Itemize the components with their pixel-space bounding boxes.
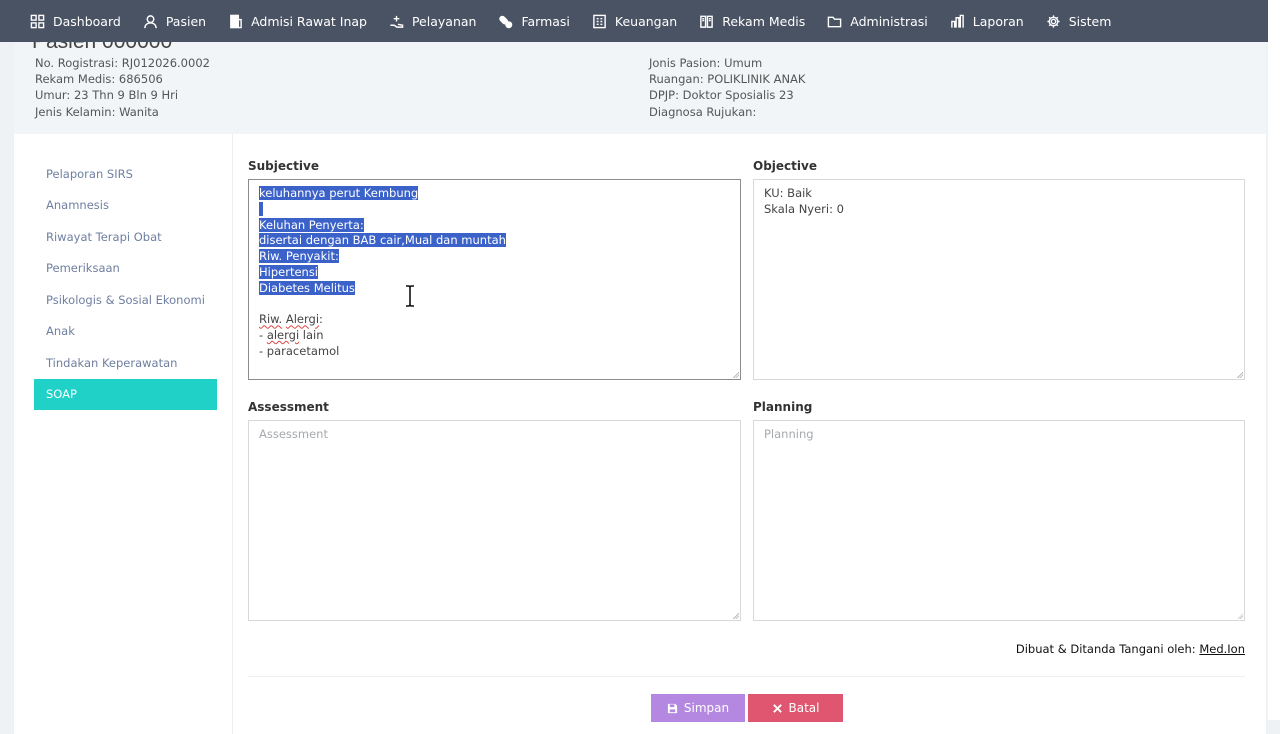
- nav-label: Administrasi: [850, 13, 928, 29]
- subjective-line: keluhannya perut Kembung: [259, 186, 419, 200]
- patient-room: Ruangan: POLIKLINIK ANAK: [649, 72, 806, 87]
- nav-sistem[interactable]: Sistem: [1046, 13, 1112, 29]
- nav-keuangan[interactable]: Keuangan: [592, 14, 677, 29]
- nav-laporan[interactable]: Laporan: [950, 14, 1024, 29]
- sidebar: Pelaporan SIRS Anamnesis Riwayat Terapi …: [14, 134, 233, 734]
- nav-label: Pelayanan: [411, 13, 477, 29]
- assessment-placeholder: Assessment: [259, 427, 328, 441]
- folder-icon: [827, 16, 842, 27]
- nav-label: Dashboard: [53, 13, 121, 29]
- main-card: Pelaporan SIRS Anamnesis Riwayat Terapi …: [14, 134, 1266, 734]
- subjective-line: Riw. Alergi:: [259, 312, 323, 327]
- user-icon: [144, 14, 157, 28]
- subjective-textarea[interactable]: keluhannya perut Kembung Keluhan Penyert…: [248, 179, 741, 380]
- nav-label: Sistem: [1068, 13, 1112, 29]
- resize-handle[interactable]: [733, 372, 739, 378]
- close-icon: [772, 703, 782, 713]
- subjective-line: Riw. Penyakit:: [259, 249, 339, 264]
- nav-administrasi[interactable]: Administrasi: [827, 14, 928, 29]
- subjective-line: [259, 201, 730, 218]
- bar-chart-icon: [950, 14, 964, 28]
- subjective-line: - paracetamol: [259, 343, 340, 358]
- calculator-icon: [593, 14, 606, 28]
- subjective-line: - alergi lain: [259, 328, 324, 343]
- book-icon: [700, 15, 714, 28]
- patient-age: Umur: 23 Thn 9 Bln 9 Hri: [35, 88, 179, 103]
- nav-label: Keuangan: [614, 13, 678, 29]
- gear-icon: [1047, 14, 1060, 28]
- patient-dpjp: DPJP: Doktor Sposialis 23: [649, 88, 794, 103]
- sidebar-item-soap[interactable]: SOAP: [34, 379, 217, 410]
- nav-label: Farmasi: [521, 13, 570, 29]
- floppy-disk-icon: [667, 703, 677, 713]
- planning-textarea[interactable]: Planning: [753, 420, 1245, 621]
- subjective-line: [259, 297, 730, 313]
- nav-pasien[interactable]: Pasien: [143, 14, 206, 29]
- cancel-button[interactable]: Batal: [748, 694, 843, 722]
- nav-farmasi[interactable]: Farmasi: [498, 13, 570, 29]
- sidebar-item-tindakan-keperawatan[interactable]: Tindakan Keperawatan: [34, 348, 217, 379]
- page-scrollbar[interactable]: [1268, 0, 1280, 720]
- divider: [248, 676, 1245, 677]
- top-nav: Dashboard Pasien Admisi Rawat Inap Pelay…: [0, 0, 1280, 42]
- assessment-textarea[interactable]: Assessment: [248, 420, 741, 621]
- patient-info-right: Jonis Pasion: Umum Ruangan: POLIKLINIK A…: [649, 55, 805, 120]
- resize-handle[interactable]: [733, 613, 739, 619]
- subjective-label: Subjective: [248, 159, 319, 173]
- sidebar-item-anamnesis[interactable]: Anamnesis: [34, 190, 217, 221]
- sidebar-item-pelaporan-sirs[interactable]: Pelaporan SIRS: [34, 159, 217, 190]
- save-button[interactable]: Simpan: [651, 694, 745, 722]
- patient-type: Jonis Pasion: Umum: [649, 56, 763, 70]
- subjective-line: Diabetes Melitus: [259, 280, 355, 295]
- nav-label: Pasien: [165, 13, 207, 29]
- nav-label: Rekam Medis: [722, 13, 806, 29]
- planning-label: Planning: [753, 400, 813, 414]
- referral-diagnosis: Diagnosa Rujukan:: [649, 104, 757, 119]
- grid-icon: [30, 14, 45, 28]
- patient-info-left: No. Rogistrasi: RJ012026.0002 Rekam Medi…: [35, 55, 210, 120]
- nav-admisi-rawat-inap[interactable]: Admisi Rawat Inap: [228, 14, 367, 29]
- sidebar-item-anak[interactable]: Anak: [34, 316, 217, 347]
- medical-record-number: Rekam Medis: 686506: [35, 72, 163, 87]
- planning-placeholder: Planning: [764, 427, 814, 441]
- nav-pelayanan[interactable]: Pelayanan: [389, 14, 476, 29]
- objective-line: KU: Baik: [764, 186, 812, 200]
- signature-prefix: Dibuat & Ditanda Tangani oleh:: [1015, 642, 1196, 656]
- nav-dashboard[interactable]: Dashboard: [30, 14, 121, 29]
- subjective-line: Hipertensi: [259, 264, 319, 279]
- resize-handle[interactable]: [1237, 613, 1243, 619]
- signature-line: Dibuat & Ditanda Tangani oleh: Med.Ion: [1016, 642, 1245, 656]
- resize-handle[interactable]: [1237, 372, 1243, 378]
- objective-line: Skala Nyeri: 0: [764, 201, 844, 216]
- hand-service-icon: [390, 15, 404, 28]
- patient-gender: Jenis Kelamin: Wanita: [35, 104, 159, 119]
- nav-label: Laporan: [972, 13, 1024, 29]
- subjective-text: keluhannya perut Kembung Keluhan Penyert…: [259, 186, 730, 360]
- building-icon: [230, 14, 242, 28]
- text-cursor-icon: [406, 284, 414, 308]
- signature-name-link[interactable]: Med.Ion: [1199, 642, 1245, 656]
- sidebar-item-psikologis[interactable]: Psikologis & Sosial Ekonomi: [34, 285, 217, 316]
- registration-number: No. Rogistrasi: RJ012026.0002: [35, 56, 210, 70]
- sidebar-item-pemeriksaan[interactable]: Pemeriksaan: [34, 253, 217, 284]
- nav-rekam-medis[interactable]: Rekam Medis: [699, 14, 805, 29]
- subjective-line: Keluhan Penyerta:: [259, 217, 364, 232]
- objective-textarea[interactable]: KU: Baik Skala Nyeri: 0: [753, 179, 1245, 380]
- nav-label: Admisi Rawat Inap: [251, 13, 367, 29]
- save-label: Simpan: [683, 701, 730, 715]
- sidebar-item-riwayat-terapi-obat[interactable]: Riwayat Terapi Obat: [34, 222, 217, 253]
- subjective-line: disertai dengan BAB cair,Mual dan muntah: [259, 233, 506, 248]
- pills-icon: [499, 15, 513, 28]
- cancel-label: Batal: [788, 701, 820, 715]
- objective-label: Objective: [753, 159, 817, 173]
- patient-info-panel: Pasien 000000 No. Rogistrasi: RJ012026.0…: [14, 30, 1266, 134]
- assessment-label: Assessment: [248, 400, 329, 414]
